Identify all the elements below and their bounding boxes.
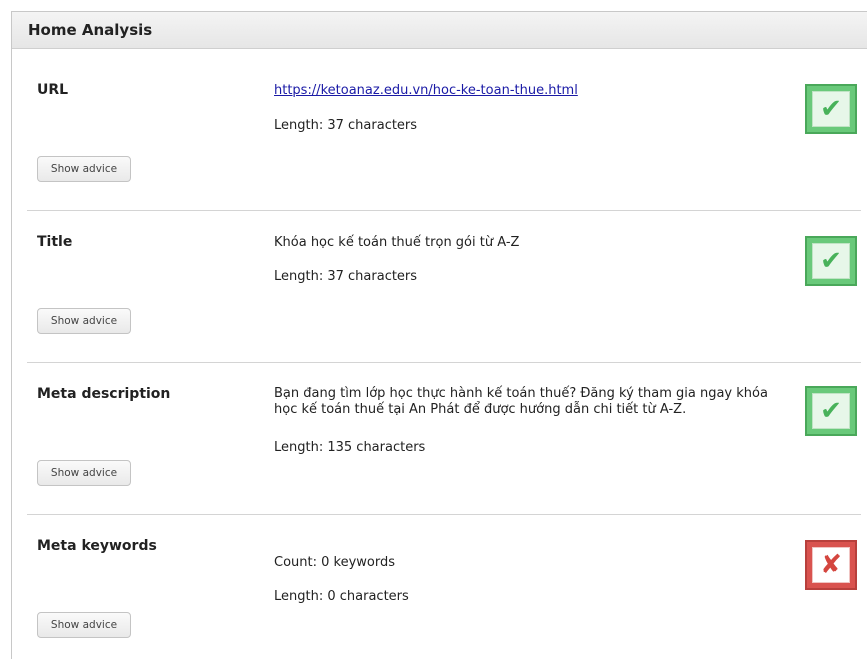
row-divider	[27, 514, 861, 515]
row-label: URL	[37, 82, 69, 98]
keyword-count-text: Count: 0 keywords	[274, 555, 396, 570]
row-divider	[27, 210, 861, 211]
length-text: Length: 37 characters	[274, 118, 418, 133]
length-text: Length: 0 characters	[274, 589, 409, 604]
row-label: Meta description	[37, 386, 171, 402]
url-value: https://ketoanaz.edu.vn/hoc-ke-toan-thue…	[274, 83, 794, 99]
url-link[interactable]: https://ketoanaz.edu.vn/hoc-ke-toan-thue…	[274, 83, 578, 98]
length-text: Length: 37 characters	[274, 269, 418, 284]
status-pass-badge: ✔	[805, 236, 857, 286]
show-advice-button[interactable]: Show advice	[37, 156, 131, 182]
length-text: Length: 135 characters	[274, 440, 426, 455]
panel-title: Home Analysis	[12, 12, 867, 49]
meta-description-text: Bạn đang tìm lớp học thực hành kế toán t…	[274, 386, 768, 417]
title-text: Khóa học kế toán thuế trọn gói từ A-Z	[274, 235, 520, 250]
show-advice-button[interactable]: Show advice	[37, 612, 131, 638]
cross-icon: ✘	[812, 547, 850, 583]
status-pass-badge: ✔	[805, 386, 857, 436]
row-divider	[27, 362, 861, 363]
check-icon: ✔	[812, 91, 850, 127]
status-pass-badge: ✔	[805, 84, 857, 134]
row-label: Meta keywords	[37, 538, 157, 554]
check-icon: ✔	[812, 393, 850, 429]
row-label: Title	[37, 234, 73, 250]
check-icon: ✔	[812, 243, 850, 279]
show-advice-button[interactable]: Show advice	[37, 460, 131, 486]
status-fail-badge: ✘	[805, 540, 857, 590]
show-advice-button[interactable]: Show advice	[37, 308, 131, 334]
